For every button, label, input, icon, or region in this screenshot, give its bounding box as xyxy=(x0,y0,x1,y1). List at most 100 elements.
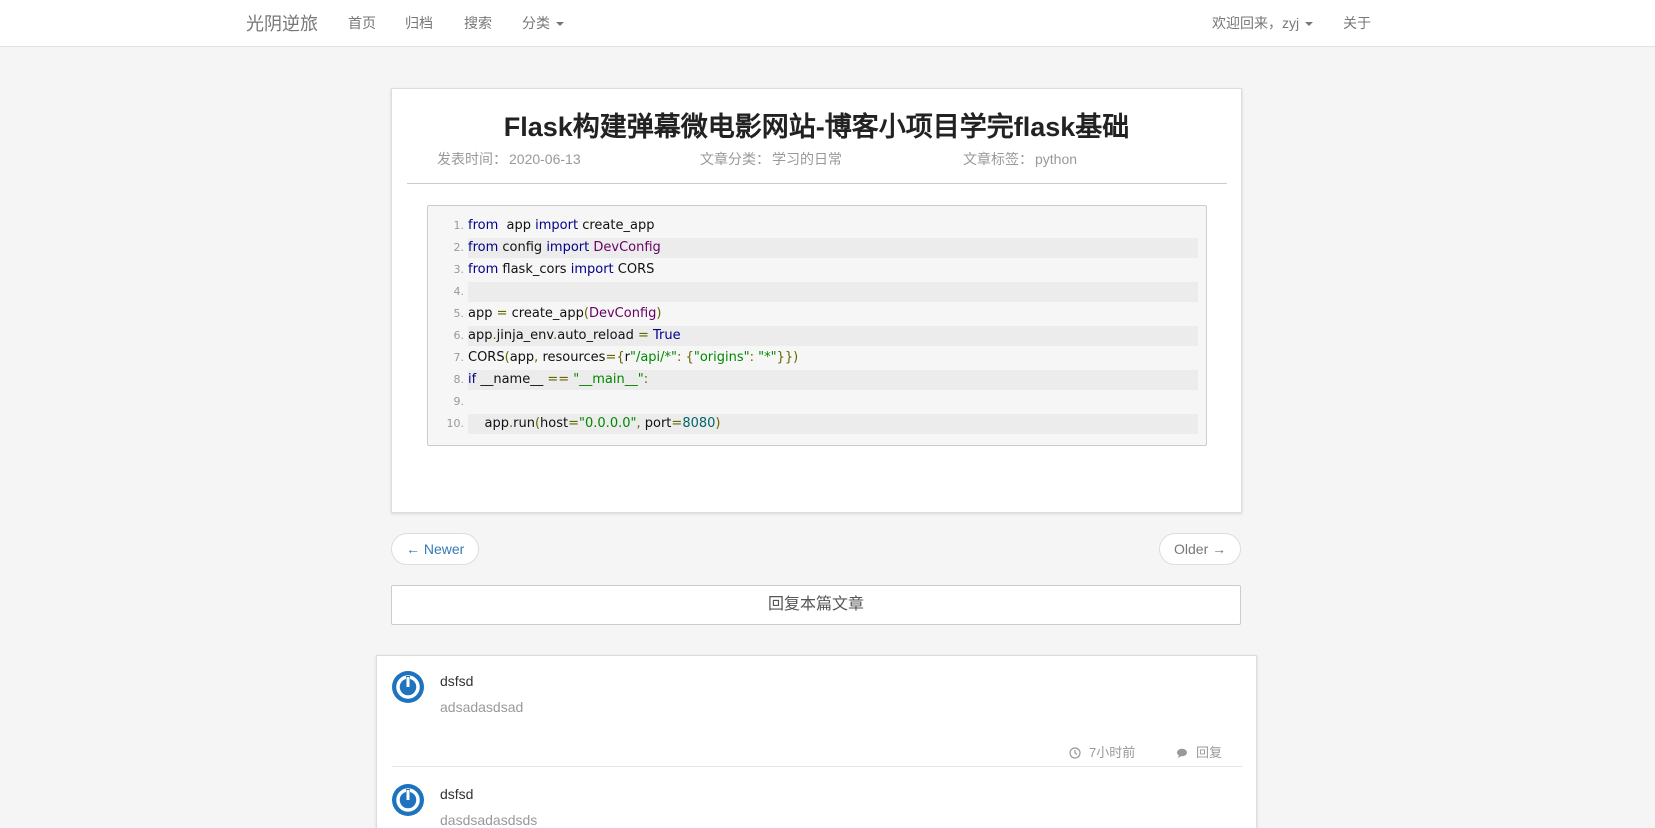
article-category: 文章分类： 学习的日常 xyxy=(700,149,842,169)
nav-about[interactable]: 关于 xyxy=(1343,13,1371,33)
line-number: 7. xyxy=(453,351,465,364)
date-label: 发表时间： xyxy=(437,151,507,167)
code-token: DevConfig xyxy=(588,306,657,321)
code-line: 7. CORS(app, resources={r"/api/*": {"orig… xyxy=(428,348,1198,368)
comment-time: 7小时前 xyxy=(1069,742,1135,761)
nav-category-label: 分类 xyxy=(522,15,550,31)
power-icon xyxy=(396,788,420,812)
welcome-label: 欢迎回来，zyj xyxy=(1212,15,1300,31)
code-text: app.jinja_env.auto_reload = True xyxy=(468,326,1198,346)
code-line: 4. xyxy=(428,282,1198,302)
code-token: : xyxy=(643,372,649,387)
code-block: 1. from app import create_app 2. from confi… xyxy=(427,205,1207,446)
code-token: create_app xyxy=(578,218,655,233)
navbar: 光阴逆旅 首页 归档 搜索 分类 欢迎回来，zyj 关于 xyxy=(0,0,1655,47)
caret-down-icon xyxy=(556,22,564,27)
line-number: 3. xyxy=(453,263,465,276)
code-text: from app import create_app xyxy=(468,216,1198,236)
code-line: 10. app.run(host="0.0.0.0", port=8080) xyxy=(428,414,1198,434)
user-menu-dropdown[interactable]: 欢迎回来，zyj xyxy=(1212,13,1314,33)
reply-article-button[interactable]: 回复本篇文章 xyxy=(391,585,1241,625)
category-value[interactable]: 学习的日常 xyxy=(772,151,842,167)
code-token: True xyxy=(653,328,681,343)
code-token: 8080 xyxy=(682,416,716,431)
line-number: 5. xyxy=(453,307,465,320)
code-token: CORS xyxy=(613,262,655,277)
code-token: resources xyxy=(538,350,606,365)
code-text: CORS(app, resources={r"/api/*": {"origin… xyxy=(468,348,1198,368)
code-token: app xyxy=(498,218,536,233)
line-number: 10. xyxy=(446,417,465,430)
older-post-button[interactable]: Older → xyxy=(1159,533,1242,565)
code-token: { xyxy=(685,350,694,365)
code-line: 9. xyxy=(428,392,1198,412)
nav-home[interactable]: 首页 xyxy=(348,13,376,33)
code-token: ) xyxy=(656,306,662,321)
power-icon xyxy=(396,675,420,699)
comment-reply-label: 回复 xyxy=(1196,745,1223,760)
code-token: create_app xyxy=(507,306,584,321)
code-text: if __name__ == "__main__": xyxy=(468,370,1198,390)
code-text: from config import DevConfig xyxy=(468,238,1198,258)
code-token: __name__ xyxy=(476,372,548,387)
comment-body: dasdsadasdsds xyxy=(440,812,538,828)
article-tags: 文章标签： python xyxy=(963,149,1077,169)
newer-post-button[interactable]: ← Newer xyxy=(391,533,480,565)
nav-search[interactable]: 搜索 xyxy=(464,13,492,33)
nav-archive[interactable]: 归档 xyxy=(405,13,433,33)
code-token: = xyxy=(496,306,508,321)
code-token: "0.0.0.0" xyxy=(579,416,637,431)
code-token: host xyxy=(540,416,569,431)
article-title: Flask构建弹幕微电影网站-博客小项目学完flask基础 xyxy=(503,112,1130,142)
code-token: flask_cors xyxy=(498,262,571,277)
code-token: = xyxy=(637,328,649,343)
code-text xyxy=(468,282,1198,302)
article-card: Flask构建弹幕微电影网站-博客小项目学完flask基础 发表时间： 2020-… xyxy=(391,88,1242,513)
code-token: ={ xyxy=(605,350,625,365)
category-label: 文章分类： xyxy=(700,151,770,167)
code-token: run xyxy=(513,416,535,431)
code-text: from flask_cors import CORS xyxy=(468,260,1198,280)
code-line: 2. from config import DevConfig xyxy=(428,238,1198,258)
code-token: DevConfig xyxy=(593,240,661,255)
avatar xyxy=(392,784,424,816)
line-number: 1. xyxy=(453,219,465,232)
code-token: app xyxy=(468,416,509,431)
code-token: auto_reload xyxy=(557,328,638,343)
line-number: 8. xyxy=(453,373,465,386)
code-token: "/api/*" xyxy=(629,350,678,365)
code-token: == xyxy=(547,372,570,387)
code-token: }}) xyxy=(776,350,799,365)
code-token: if xyxy=(468,372,477,387)
code-token: import xyxy=(546,240,590,255)
comment-icon xyxy=(1177,748,1187,758)
clock-icon xyxy=(1069,747,1081,759)
comment-author: dsfsd xyxy=(440,786,474,802)
comment-body: adsadasdsad xyxy=(440,699,524,715)
code-text: app.run(host="0.0.0.0", port=8080) xyxy=(468,414,1198,434)
line-number: 9. xyxy=(453,395,465,408)
comment-reply-button[interactable]: 回复 xyxy=(1176,742,1222,761)
code-line: 3. from flask_cors import CORS xyxy=(428,260,1198,280)
code-token: import xyxy=(535,218,579,233)
line-number: 4. xyxy=(453,285,465,298)
tags-label: 文章标签： xyxy=(963,151,1033,167)
code-token: app xyxy=(509,350,535,365)
code-token: port xyxy=(640,416,672,431)
code-token: = xyxy=(671,416,683,431)
nav-category-dropdown[interactable]: 分类 xyxy=(522,13,564,33)
caret-down-icon xyxy=(1305,22,1314,27)
tags-value[interactable]: python xyxy=(1035,151,1077,167)
brand-logo[interactable]: 光阴逆旅 xyxy=(246,10,318,36)
comment-divider xyxy=(392,766,1242,767)
code-token: from xyxy=(468,218,499,233)
article-date: 发表时间： 2020-06-13 xyxy=(437,149,581,169)
code-token: config xyxy=(498,240,547,255)
avatar xyxy=(392,671,424,703)
code-token: app xyxy=(468,306,497,321)
comment-list: dsfsd adsadasdsad 7小时前 回复 dsfsd dasdsada… xyxy=(376,655,1257,828)
code-token: jinja_env xyxy=(496,328,554,343)
code-token: from xyxy=(468,262,499,277)
code-token: "__main__" xyxy=(573,372,644,387)
